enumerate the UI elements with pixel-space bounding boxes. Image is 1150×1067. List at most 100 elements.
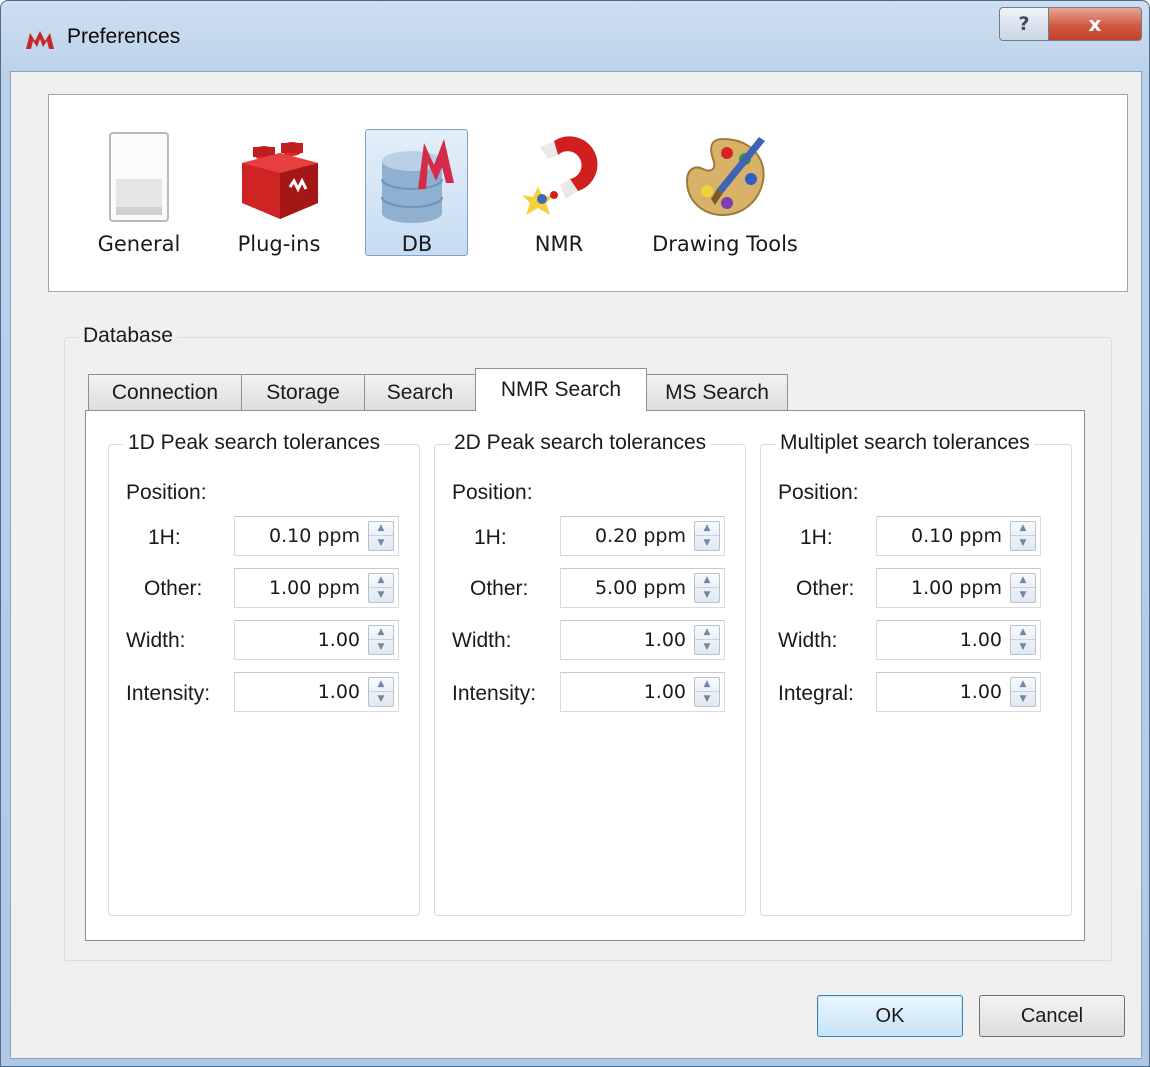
spinbox-value: 1.00 ppm	[911, 577, 1002, 599]
position-label: Position:	[126, 481, 207, 504]
magnet-icon	[522, 136, 598, 215]
category-panel: General Plug-ins DB NMR Drawing Tools	[48, 94, 1128, 292]
spinbox-value: 1.00	[959, 681, 1002, 703]
category-drawing-tools[interactable]: Drawing Tools	[645, 95, 805, 293]
spin-buttons[interactable]: ▲ ▼	[1010, 521, 1036, 551]
tab-label: Connection	[111, 380, 219, 404]
spinbox-1d-intensity[interactable]: 1.00 ▲ ▼	[234, 672, 399, 712]
spinbox-value: 0.10 ppm	[911, 525, 1002, 547]
category-label: Drawing Tools	[652, 232, 798, 256]
preferences-window: Preferences ? x General Plug-ins DB NMR …	[0, 0, 1150, 1067]
spin-buttons[interactable]: ▲ ▼	[1010, 677, 1036, 707]
database-group-title: Database	[79, 324, 177, 348]
field-label: Intensity:	[126, 682, 211, 705]
spinbox-1d-other[interactable]: 1.00 ppm ▲ ▼	[234, 568, 399, 608]
position-label: Position:	[452, 481, 533, 504]
spin-down-icon[interactable]: ▼	[369, 588, 393, 602]
tab-label: NMR Search	[500, 378, 622, 401]
spinbox-2d-other[interactable]: 5.00 ppm ▲ ▼	[560, 568, 725, 608]
close-button[interactable]: x	[1048, 7, 1142, 41]
tab-label: Search	[386, 380, 454, 404]
spin-down-icon[interactable]: ▼	[695, 588, 719, 602]
spin-up-icon[interactable]: ▲	[695, 522, 719, 536]
spinbox-multiplet-1h[interactable]: 0.10 ppm ▲ ▼	[876, 516, 1041, 556]
category-db[interactable]: DB	[367, 95, 467, 293]
spin-down-icon[interactable]: ▼	[1011, 588, 1035, 602]
cancel-button-label: Cancel	[1020, 1004, 1084, 1027]
spin-up-icon[interactable]: ▲	[1011, 522, 1035, 536]
spinbox-value: 1.00	[643, 629, 686, 651]
tab-ms-search[interactable]: MS Search	[646, 374, 788, 410]
spinbox-2d-intensity[interactable]: 1.00 ▲ ▼	[560, 672, 725, 712]
category-general[interactable]: General	[89, 95, 189, 293]
spin-buttons[interactable]: ▲ ▼	[368, 573, 394, 603]
tab-label: Storage	[266, 380, 340, 404]
spin-up-icon[interactable]: ▲	[369, 522, 393, 536]
category-label: DB	[401, 232, 433, 256]
spinbox-2d-width[interactable]: 1.00 ▲ ▼	[560, 620, 725, 660]
spin-down-icon[interactable]: ▼	[1011, 536, 1035, 550]
spin-down-icon[interactable]: ▼	[695, 640, 719, 654]
database-icon	[381, 139, 454, 223]
spin-up-icon[interactable]: ▲	[369, 574, 393, 588]
spin-up-icon[interactable]: ▲	[695, 678, 719, 692]
field-label: 1H:	[474, 526, 507, 549]
spinbox-value: 0.20 ppm	[595, 525, 686, 547]
ok-button[interactable]: OK	[817, 995, 963, 1037]
spin-up-icon[interactable]: ▲	[1011, 678, 1035, 692]
tab-search[interactable]: Search	[364, 374, 476, 410]
spin-buttons[interactable]: ▲ ▼	[368, 677, 394, 707]
cancel-button[interactable]: Cancel	[979, 995, 1125, 1037]
spinbox-multiplet-other[interactable]: 1.00 ppm ▲ ▼	[876, 568, 1041, 608]
close-icon: x	[1088, 12, 1102, 36]
spin-buttons[interactable]: ▲ ▼	[1010, 573, 1036, 603]
tab-storage[interactable]: Storage	[241, 374, 365, 410]
spin-buttons[interactable]: ▲ ▼	[694, 625, 720, 655]
spinbox-value: 1.00 ppm	[269, 577, 360, 599]
general-page-icon	[109, 132, 169, 222]
field-label: Integral:	[778, 682, 854, 705]
tab-label: MS Search	[665, 380, 769, 404]
spin-down-icon[interactable]: ▼	[369, 536, 393, 550]
spin-up-icon[interactable]: ▲	[1011, 626, 1035, 640]
spin-buttons[interactable]: ▲ ▼	[694, 677, 720, 707]
spin-up-icon[interactable]: ▲	[369, 678, 393, 692]
help-icon: ?	[1018, 13, 1030, 35]
spinbox-value: 1.00	[643, 681, 686, 703]
title-bar[interactable]: Preferences ? x	[1, 1, 1150, 73]
spin-down-icon[interactable]: ▼	[695, 692, 719, 706]
field-label: 1H:	[148, 526, 181, 549]
position-label: Position:	[778, 481, 859, 504]
category-plug-ins[interactable]: Plug-ins	[227, 95, 331, 293]
app-logo-icon	[26, 31, 54, 49]
spin-buttons[interactable]: ▲ ▼	[1010, 625, 1036, 655]
spinbox-1d-width[interactable]: 1.00 ▲ ▼	[234, 620, 399, 660]
spinbox-2d-1h[interactable]: 0.20 ppm ▲ ▼	[560, 516, 725, 556]
spin-buttons[interactable]: ▲ ▼	[368, 521, 394, 551]
tab-connection[interactable]: Connection	[88, 374, 242, 410]
spin-up-icon[interactable]: ▲	[1011, 574, 1035, 588]
spin-down-icon[interactable]: ▼	[369, 692, 393, 706]
spinbox-1d-1h[interactable]: 0.10 ppm ▲ ▼	[234, 516, 399, 556]
field-label: Width:	[126, 629, 186, 652]
spin-up-icon[interactable]: ▲	[369, 626, 393, 640]
spinbox-multiplet-integral[interactable]: 1.00 ▲ ▼	[876, 672, 1041, 712]
plugin-brick-icon	[242, 142, 318, 219]
spin-down-icon[interactable]: ▼	[695, 536, 719, 550]
help-button[interactable]: ?	[999, 7, 1049, 41]
spin-up-icon[interactable]: ▲	[695, 574, 719, 588]
spin-buttons[interactable]: ▲ ▼	[694, 521, 720, 551]
spin-buttons[interactable]: ▲ ▼	[694, 573, 720, 603]
category-nmr[interactable]: NMR	[509, 95, 609, 293]
spin-down-icon[interactable]: ▼	[1011, 640, 1035, 654]
spin-down-icon[interactable]: ▼	[1011, 692, 1035, 706]
field-label: Width:	[778, 629, 838, 652]
dialog-client-area: General Plug-ins DB NMR Drawing Tools Da…	[10, 71, 1142, 1059]
spin-buttons[interactable]: ▲ ▼	[368, 625, 394, 655]
spin-down-icon[interactable]: ▼	[369, 640, 393, 654]
ok-button-label: OK	[875, 1004, 905, 1027]
spinbox-multiplet-width[interactable]: 1.00 ▲ ▼	[876, 620, 1041, 660]
field-label: Other:	[470, 577, 529, 600]
spin-up-icon[interactable]: ▲	[695, 626, 719, 640]
tab-nmr-search[interactable]: NMR Search	[475, 368, 647, 411]
